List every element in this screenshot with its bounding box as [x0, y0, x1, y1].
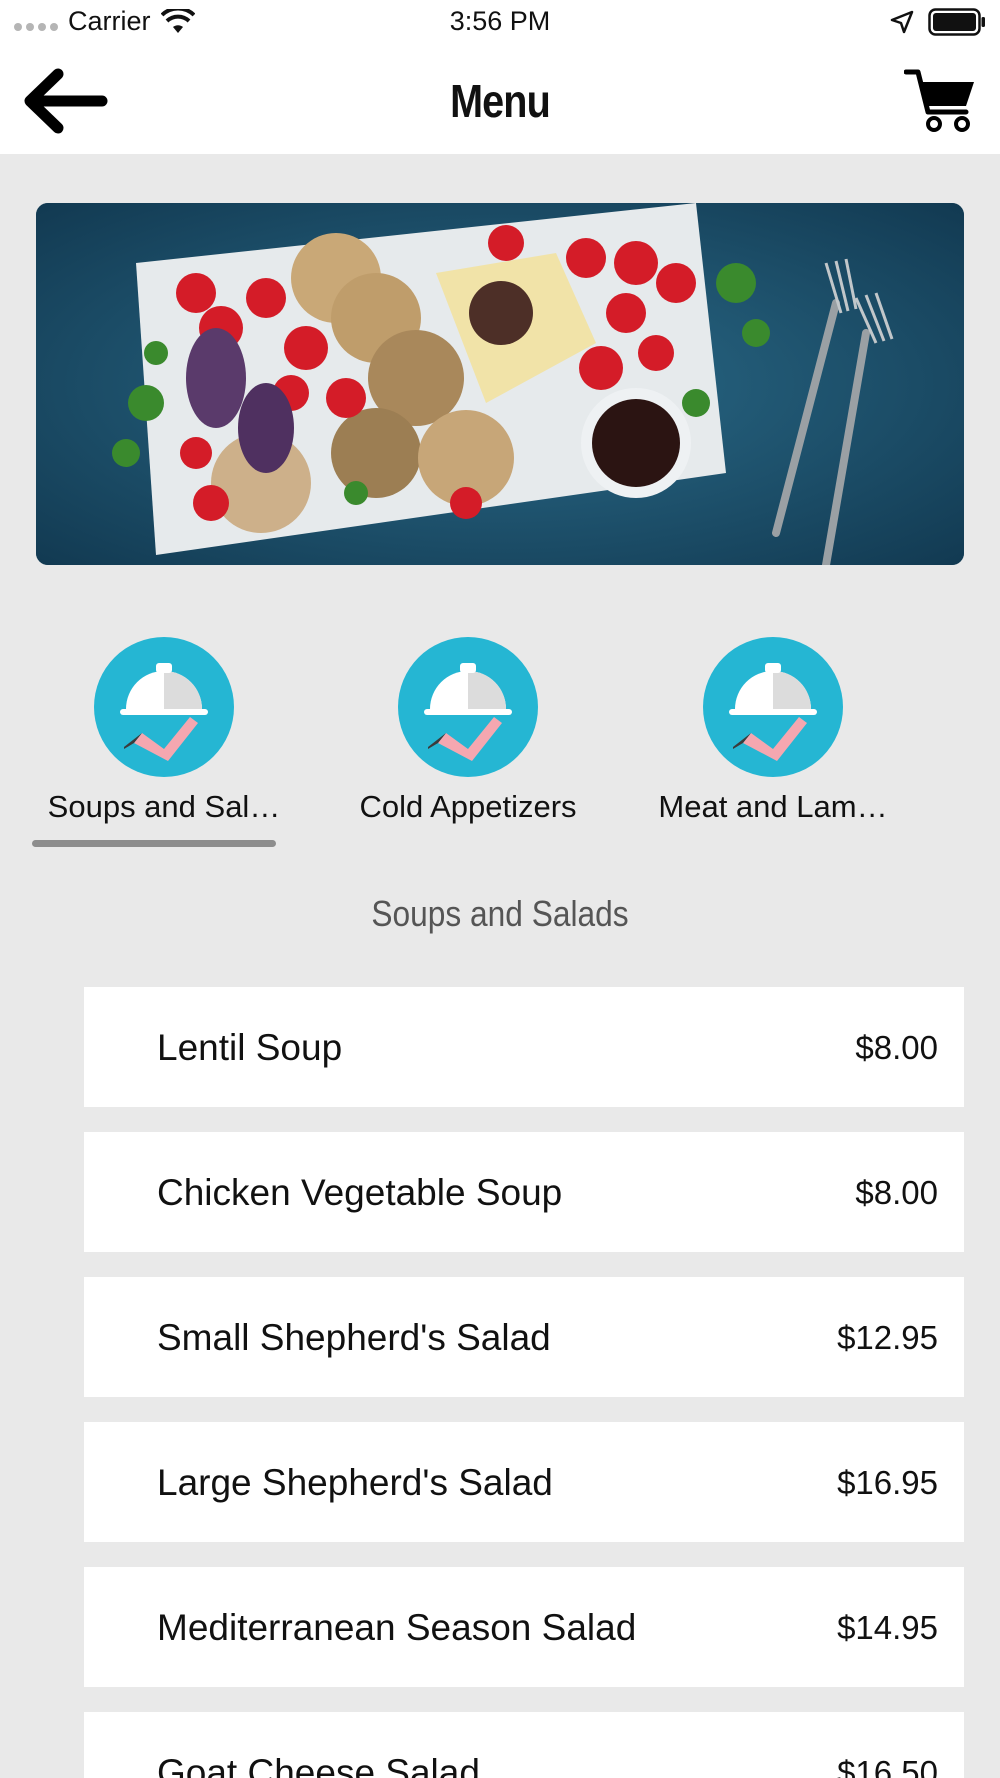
status-bar: Carrier 3:56 PM [0, 0, 1000, 48]
item-name: Mediterranean Season Salad [157, 1607, 637, 1648]
category-label: Meat and Lam… [658, 789, 888, 824]
menu-item[interactable]: Goat Cheese Salad $16.50 [84, 1712, 964, 1778]
battery-icon [928, 8, 985, 36]
hero-food-image [36, 203, 964, 565]
status-time: 3:56 PM [449, 6, 551, 36]
item-name: Lentil Soup [157, 1027, 343, 1068]
item-name: Goat Cheese Salad [157, 1752, 480, 1778]
selected-category-indicator [32, 840, 276, 847]
menu-item[interactable]: Small Shepherd's Salad $12.95 [84, 1277, 964, 1397]
serving-cloche-icon [94, 637, 234, 777]
platter-illustration [36, 203, 964, 565]
nav-bar: Menu [0, 48, 1000, 154]
menu-item[interactable]: Lentil Soup $8.00 [84, 987, 964, 1107]
menu-item[interactable]: Large Shepherd's Salad $16.95 [84, 1422, 964, 1542]
serving-cloche-icon [398, 637, 538, 777]
item-price: $8.00 [855, 1174, 938, 1211]
status-right [890, 8, 986, 36]
item-name: Large Shepherd's Salad [157, 1462, 553, 1503]
location-arrow-icon [890, 10, 914, 34]
item-name: Small Shepherd's Salad [157, 1317, 551, 1358]
category-cold-appetizers[interactable]: Cold Appetizers [333, 637, 603, 825]
item-price: $14.95 [837, 1609, 938, 1646]
shopping-cart-icon [903, 69, 974, 132]
cart-button[interactable] [903, 66, 976, 136]
item-price: $8.00 [855, 1029, 938, 1066]
serving-cloche-icon [703, 637, 843, 777]
category-label: Soups and Sal… [47, 789, 281, 824]
page-title: Menu [450, 75, 551, 127]
section-title: Soups and Salads [371, 893, 629, 934]
item-price: $12.95 [837, 1319, 938, 1356]
item-name: Chicken Vegetable Soup [157, 1172, 563, 1213]
category-label: Cold Appetizers [359, 789, 577, 824]
menu-item[interactable]: Mediterranean Season Salad $14.95 [84, 1567, 964, 1687]
item-price: $16.95 [837, 1464, 938, 1501]
category-soups-and-salads[interactable]: Soups and Sal… [29, 637, 299, 825]
category-meat-and-lamb[interactable]: Meat and Lam… [638, 637, 908, 825]
item-price: $16.50 [837, 1754, 938, 1778]
menu-item[interactable]: Chicken Vegetable Soup $8.00 [84, 1132, 964, 1252]
